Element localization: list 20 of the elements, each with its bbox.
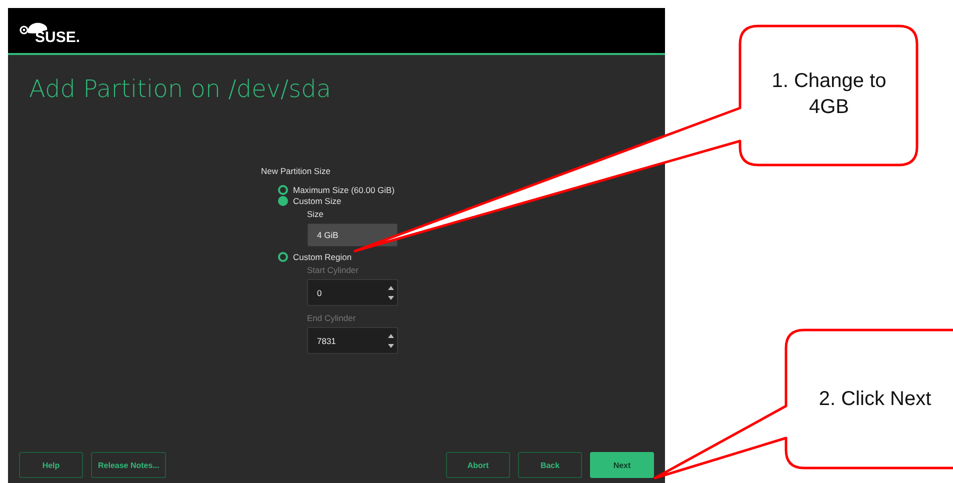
callout-text: 2. Click Next bbox=[818, 387, 932, 412]
button[interactable]: Release Notes... bbox=[91, 452, 166, 478]
field-label: End Cylinder bbox=[307, 313, 356, 323]
button[interactable]: Back bbox=[518, 452, 582, 478]
callout-text: 1. Change to 4GB bbox=[770, 69, 888, 120]
radio-button[interactable] bbox=[278, 252, 288, 262]
page-title: Add Partition on /dev/sda bbox=[28, 74, 332, 104]
field-label: Start Cylinder bbox=[307, 265, 358, 275]
field-label: Size bbox=[307, 209, 324, 219]
logo-text: SUSE. bbox=[35, 30, 80, 45]
option-label[interactable]: Custom Size bbox=[293, 196, 342, 206]
radio-button[interactable] bbox=[278, 196, 288, 206]
group-label: New Partition Size bbox=[261, 166, 332, 176]
button[interactable]: Help bbox=[19, 452, 83, 478]
option-label[interactable]: Maximum Size (60.00 GiB) bbox=[293, 184, 395, 194]
option-label[interactable]: Custom Region bbox=[293, 252, 352, 262]
next-button[interactable]: Next bbox=[590, 452, 654, 478]
radio-button[interactable] bbox=[278, 184, 288, 194]
button[interactable]: Abort bbox=[446, 452, 510, 478]
input-field[interactable]: 4 GiB bbox=[307, 223, 398, 247]
